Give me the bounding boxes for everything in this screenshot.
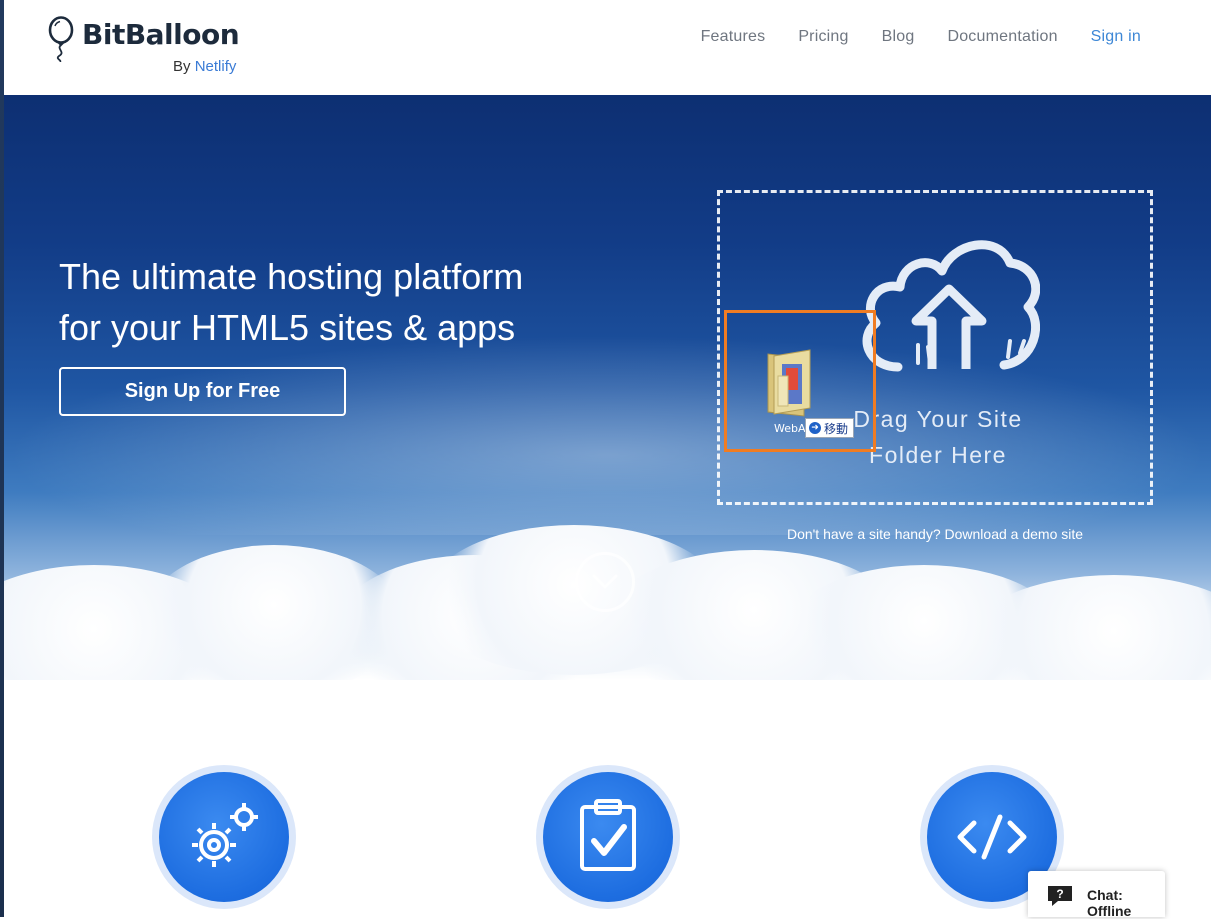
folder-icon (767, 349, 811, 417)
demo-prefix: Don't have a site handy? (786, 526, 941, 542)
feature-gears (152, 765, 296, 909)
nav-blog[interactable]: Blog (882, 28, 915, 46)
nav-documentation[interactable]: Documentation (947, 28, 1057, 46)
nav-sign-in[interactable]: Sign in (1091, 28, 1141, 46)
chat-bubble-icon: ? (1048, 886, 1072, 906)
move-label: 移動 (824, 421, 849, 436)
netlify-link[interactable]: Netlify (195, 58, 237, 75)
cloud-upload-icon (862, 240, 1040, 372)
nav-pricing[interactable]: Pricing (798, 28, 848, 46)
brand-wordmark: BitBalloon (82, 18, 240, 51)
hero-title-line2: for your HTML5 sites & apps (59, 307, 516, 349)
move-cursor-tooltip: ➜ 移動 (805, 418, 855, 438)
svg-text:?: ? (1056, 887, 1063, 901)
balloon-icon (48, 16, 74, 62)
clipboard-check-icon (580, 799, 636, 871)
dragged-filename: WebA (774, 422, 806, 435)
hero-title-line1: The ultimate hosting platform (59, 256, 524, 298)
chevron-down-icon (592, 574, 618, 589)
sign-up-button[interactable]: Sign Up for Free (59, 367, 346, 416)
chat-status-label: Chat: Offline (1087, 887, 1132, 919)
site-header: BitBalloon By Netlify Features Pricing B… (4, 0, 1211, 95)
hero-title: The ultimate hosting platform for your H… (59, 251, 619, 353)
gears-icon (192, 803, 258, 867)
move-arrow-icon: ➜ (809, 422, 821, 434)
demo-site-line: Don't have a site handy? Download a demo… (717, 526, 1153, 542)
scroll-down-button[interactable] (575, 552, 635, 612)
brand-logo[interactable]: BitBalloon By Netlify (46, 14, 286, 84)
brand-byline: By Netlify (173, 58, 236, 75)
download-demo-link[interactable]: Download a demo site (945, 526, 1084, 542)
hero-section: The ultimate hosting platform for your H… (4, 95, 1211, 680)
byline-prefix: By (173, 58, 191, 75)
chat-widget[interactable]: ? Chat: Offline (1028, 871, 1165, 919)
nav-features[interactable]: Features (701, 28, 766, 46)
top-nav: Features Pricing Blog Documentation Sign… (701, 28, 1141, 46)
feature-clipboard (536, 765, 680, 909)
